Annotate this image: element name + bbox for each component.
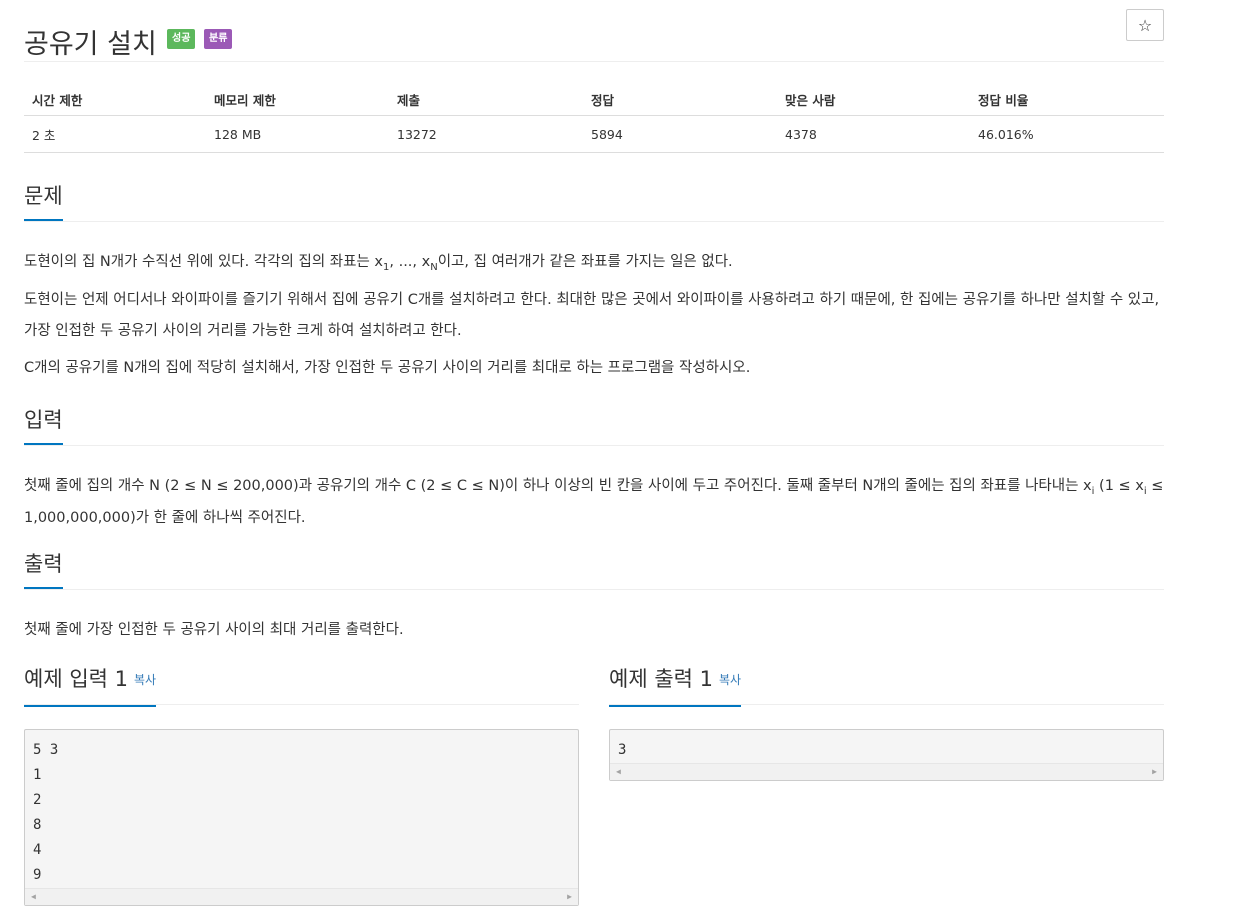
sample-output-scrollbar[interactable]: ◀ ▶ (610, 763, 1163, 780)
sample-output-code[interactable]: 3 ◀ ▶ (609, 729, 1164, 781)
status-badge-success[interactable]: 성공 (167, 29, 196, 49)
value-solved-users[interactable]: 4378 (777, 115, 970, 153)
sample-input-heading: 예제 입력 1 복사 (24, 664, 157, 707)
section-output-body: 첫째 줄에 가장 인접한 두 공유기 사이의 최대 거리를 출력한다. (24, 590, 1164, 646)
info-value-row: 2 초 128 MB 13272 5894 4378 46.016% (24, 115, 1164, 153)
section-output-heading: 출력 (24, 549, 63, 589)
sample-input-code[interactable]: 5 312849 ◀ ▶ (24, 729, 579, 906)
section-input-header: 입력 (24, 405, 1164, 446)
section-input: 입력 첫째 줄에 집의 개수 N (2 ≤ N ≤ 200,000)과 공유기의… (24, 405, 1164, 540)
sample-input-panel: 예제 입력 1 복사 5 312849 ◀ ▶ (24, 664, 579, 906)
copy-sample-output-button[interactable]: 복사 (719, 673, 741, 687)
section-description: 문제 도현이의 집 N개가 수직선 위에 있다. 각각의 집의 좌표는 x1, … (24, 181, 1164, 390)
header-time-limit: 시간 제한 (24, 84, 206, 116)
header-accepted: 정답 (583, 84, 777, 116)
sample-input-lines: 5 312849 (25, 730, 578, 888)
scroll-right-icon[interactable]: ▶ (1152, 767, 1157, 776)
value-memory-limit: 128 MB (206, 115, 389, 153)
title-row: 공유기 설치 성공 분류 ☆ (24, 8, 1164, 60)
value-accepted[interactable]: 5894 (583, 115, 777, 153)
code-line: 4 (33, 842, 42, 858)
header-accept-ratio: 정답 비율 (970, 84, 1164, 116)
star-icon: ☆ (1137, 16, 1153, 35)
sample-output-panel: 예제 출력 1 복사 3 ◀ ▶ (609, 664, 1164, 781)
code-line: 8 (33, 817, 42, 833)
section-input-heading: 입력 (24, 405, 63, 445)
sample-input-scrollbar[interactable]: ◀ ▶ (25, 888, 578, 905)
title-divider (24, 61, 1164, 62)
description-paragraph-1: 도현이의 집 N개가 수직선 위에 있다. 각각의 집의 좌표는 x1, ...… (24, 254, 733, 273)
sample-output-heading: 예제 출력 1 복사 (609, 664, 742, 707)
code-line: 5 3 (33, 742, 59, 758)
section-description-header: 문제 (24, 181, 1164, 222)
value-accept-ratio: 46.016% (970, 115, 1164, 153)
info-header-row: 시간 제한 메모리 제한 제출 정답 맞은 사람 정답 비율 (24, 84, 1164, 116)
code-line: 2 (33, 792, 42, 808)
header-solved-users: 맞은 사람 (777, 84, 970, 116)
scroll-left-icon[interactable]: ◀ (31, 892, 36, 901)
scroll-left-icon[interactable]: ◀ (616, 767, 621, 776)
sample-output-lines: 3 (610, 730, 1163, 763)
section-description-body: 도현이의 집 N개가 수직선 위에 있다. 각각의 집의 좌표는 x1, ...… (24, 222, 1164, 384)
code-line: 9 (33, 867, 42, 883)
code-line: 1 (33, 767, 42, 783)
input-paragraph-1: 첫째 줄에 집의 개수 N (2 ≤ N ≤ 200,000)과 공유기의 개수… (24, 478, 1164, 526)
code-line: 3 (618, 742, 627, 758)
section-description-heading: 문제 (24, 181, 63, 221)
header-submissions: 제출 (389, 84, 583, 116)
value-submissions[interactable]: 13272 (389, 115, 583, 153)
value-time-limit: 2 초 (24, 115, 206, 153)
section-output-header: 출력 (24, 549, 1164, 590)
header-memory-limit: 메모리 제한 (206, 84, 389, 116)
description-paragraph-2: 도현이는 언제 어디서나 와이파이를 즐기기 위해서 집에 공유기 C개를 설치… (24, 292, 1160, 339)
scroll-right-icon[interactable]: ▶ (567, 892, 572, 901)
page-title: 공유기 설치 (24, 29, 157, 61)
copy-sample-input-button[interactable]: 복사 (134, 673, 156, 687)
star-button[interactable]: ☆ (1126, 9, 1164, 41)
sample-input-header: 예제 입력 1 복사 (24, 664, 579, 707)
problem-info-table: 시간 제한 메모리 제한 제출 정답 맞은 사람 정답 비율 2 초 128 M… (24, 84, 1164, 153)
description-paragraph-3: C개의 공유기를 N개의 집에 적당히 설치해서, 가장 인접한 두 공유기 사… (24, 360, 751, 376)
section-output: 출력 첫째 줄에 가장 인접한 두 공유기 사이의 최대 거리를 출력한다. (24, 549, 1164, 652)
section-input-body: 첫째 줄에 집의 개수 N (2 ≤ N ≤ 200,000)과 공유기의 개수… (24, 446, 1164, 534)
sample-output-header: 예제 출력 1 복사 (609, 664, 1164, 707)
output-paragraph-1: 첫째 줄에 가장 인접한 두 공유기 사이의 최대 거리를 출력한다. (24, 622, 404, 638)
category-badge[interactable]: 분류 (204, 29, 233, 49)
